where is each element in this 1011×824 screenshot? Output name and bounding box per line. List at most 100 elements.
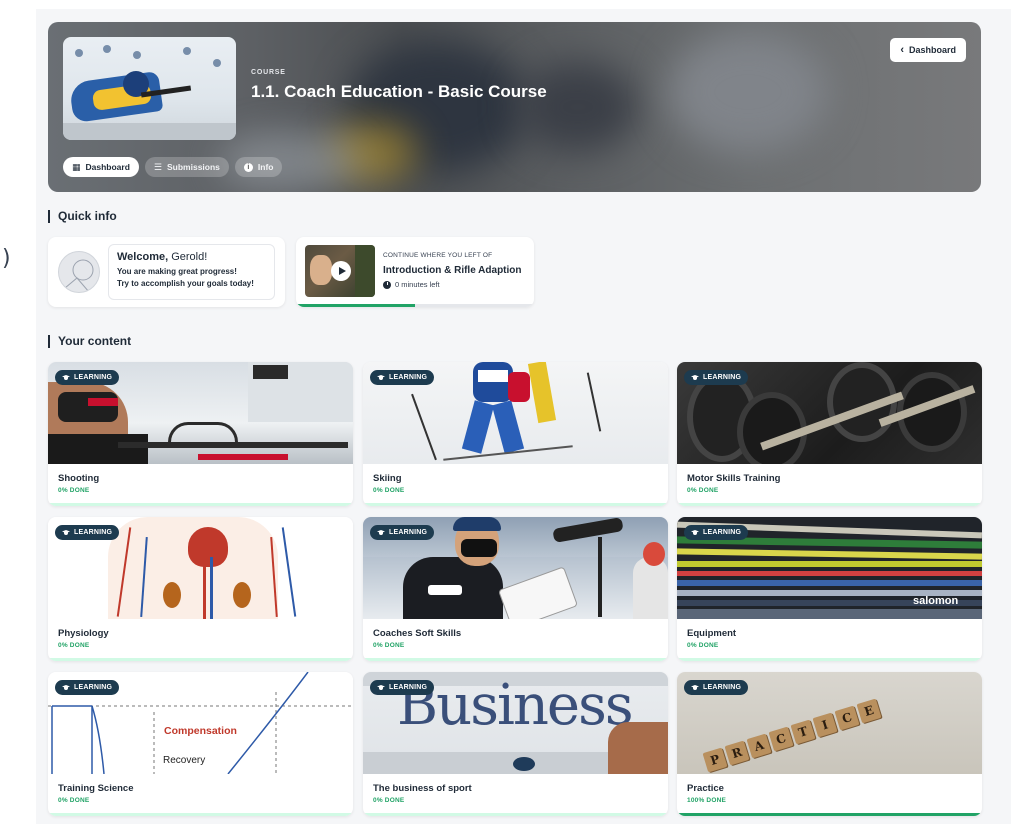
card-progress-text: 0% DONE bbox=[373, 797, 405, 804]
course-header: COURSE 1.1. Coach Education - Basic Cour… bbox=[48, 22, 981, 192]
back-button-label: Dashboard bbox=[908, 45, 956, 55]
info-icon: i bbox=[243, 162, 253, 172]
tab-label: Dashboard bbox=[85, 162, 130, 172]
letter-tile: T bbox=[790, 719, 816, 745]
content-card-business-of-sport[interactable]: Business LEARNING The business of sport … bbox=[363, 672, 668, 816]
tab-dashboard[interactable]: ▦ Dashboard bbox=[63, 157, 139, 177]
card-progress-bar bbox=[363, 658, 668, 661]
card-progress-text: 0% DONE bbox=[58, 642, 90, 649]
content-card-shooting[interactable]: LEARNING Shooting 0% DONE bbox=[48, 362, 353, 506]
graduation-cap-icon bbox=[691, 375, 699, 380]
continue-title: Introduction & Rifle Adaption bbox=[383, 265, 522, 276]
letter-tile: E bbox=[856, 698, 882, 724]
card-progress-bar bbox=[363, 503, 668, 506]
card-title: The business of sport bbox=[373, 783, 472, 794]
clock-icon bbox=[383, 280, 391, 289]
tab-label: Info bbox=[257, 162, 274, 172]
course-title: 1.1. Coach Education - Basic Course bbox=[251, 82, 547, 101]
learning-badge: LEARNING bbox=[684, 525, 749, 540]
content-card-motor-skills-training[interactable]: LEARNING Motor Skills Training 0% DONE bbox=[677, 362, 982, 506]
graduation-cap-icon bbox=[62, 530, 70, 535]
learning-badge: LEARNING bbox=[370, 525, 435, 540]
training-science-recovery-text: Recovery bbox=[163, 755, 206, 766]
learning-badge: LEARNING bbox=[55, 680, 120, 695]
list-icon: ☰ bbox=[153, 161, 162, 172]
graduation-cap-icon bbox=[62, 375, 70, 380]
card-progress-fill bbox=[677, 813, 982, 816]
graduation-cap-icon bbox=[377, 530, 385, 535]
letter-tile: P bbox=[702, 747, 728, 773]
learning-badge: LEARNING bbox=[55, 525, 120, 540]
content-card-equipment[interactable]: salomon LEARNING Equipment 0% DONE bbox=[677, 517, 982, 661]
content-card-practice[interactable]: PRACTICE LEARNING Practice 100% DONE bbox=[677, 672, 982, 816]
letter-tile: A bbox=[746, 733, 772, 759]
card-title: Motor Skills Training bbox=[687, 473, 781, 484]
learning-badge: LEARNING bbox=[684, 680, 749, 695]
card-progress-text: 0% DONE bbox=[687, 642, 719, 649]
continue-time: 0 minutes left bbox=[383, 280, 440, 289]
course-thumbnail bbox=[63, 37, 236, 140]
card-progress-bar bbox=[677, 503, 982, 506]
play-icon bbox=[331, 261, 351, 281]
tab-info[interactable]: i Info bbox=[234, 157, 283, 177]
back-to-dashboard-button[interactable]: ‹ Dashboard bbox=[890, 38, 966, 62]
continue-progress-fill bbox=[296, 304, 415, 307]
learning-badge: LEARNING bbox=[370, 370, 435, 385]
tab-label: Submissions bbox=[167, 162, 220, 172]
content-card-skiing[interactable]: LEARNING Skiing 0% DONE bbox=[363, 362, 668, 506]
continue-progress-bar bbox=[296, 304, 534, 307]
graduation-cap-icon bbox=[377, 685, 385, 690]
card-progress-text: 0% DONE bbox=[58, 487, 90, 494]
welcome-card: Welcome, Gerold! You are making great pr… bbox=[48, 237, 285, 307]
graduation-cap-icon bbox=[377, 375, 385, 380]
avatar bbox=[58, 251, 100, 293]
card-progress-bar bbox=[48, 658, 353, 661]
graduation-cap-icon bbox=[691, 530, 699, 535]
card-progress-text: 0% DONE bbox=[373, 487, 405, 494]
graduation-cap-icon bbox=[691, 685, 699, 690]
card-progress-bar bbox=[48, 503, 353, 506]
card-progress-text: 0% DONE bbox=[58, 797, 90, 804]
card-progress-bar bbox=[677, 658, 982, 661]
continue-learning-card[interactable]: CONTINUE WHERE YOU LEFT OF Introduction … bbox=[296, 237, 534, 307]
card-title: Shooting bbox=[58, 473, 100, 484]
card-title: Physiology bbox=[58, 628, 109, 639]
equipment-brand-text: salomon bbox=[913, 595, 959, 607]
card-progress-bar bbox=[48, 813, 353, 816]
letter-tile: C bbox=[834, 705, 860, 731]
course-type-label: COURSE bbox=[251, 69, 286, 76]
welcome-line-2: Try to accomplish your goals today! bbox=[117, 279, 254, 288]
chevron-left-icon: ‹ bbox=[900, 43, 904, 56]
card-progress-bar bbox=[363, 813, 668, 816]
card-progress-bar bbox=[677, 813, 982, 816]
learning-badge: LEARNING bbox=[684, 370, 749, 385]
welcome-greeting: Welcome, Gerold! bbox=[117, 251, 208, 263]
card-title: Skiing bbox=[373, 473, 402, 484]
welcome-line-1: You are making great progress! bbox=[117, 267, 237, 276]
card-title: Practice bbox=[687, 783, 724, 794]
letter-tile: C bbox=[768, 726, 794, 752]
training-science-compensation-text: Compensation bbox=[164, 725, 237, 737]
continue-thumbnail bbox=[305, 245, 375, 297]
continue-label: CONTINUE WHERE YOU LEFT OF bbox=[383, 252, 493, 259]
content-card-training-science[interactable]: Compensation Recovery LEARNING Training … bbox=[48, 672, 353, 816]
card-title: Training Science bbox=[58, 783, 134, 794]
card-progress-text: 100% DONE bbox=[687, 797, 727, 804]
card-title: Equipment bbox=[687, 628, 737, 639]
card-progress-text: 0% DONE bbox=[687, 487, 719, 494]
graduation-cap-icon bbox=[62, 685, 70, 690]
card-progress-text: 0% DONE bbox=[373, 642, 405, 649]
quick-info-heading: Quick info bbox=[48, 210, 117, 223]
learning-badge: LEARNING bbox=[370, 680, 435, 695]
your-content-heading: Your content bbox=[48, 335, 131, 348]
content-card-physiology[interactable]: LEARNING Physiology 0% DONE bbox=[48, 517, 353, 661]
course-tabs: ▦ Dashboard ☰ Submissions i Info bbox=[63, 157, 283, 177]
letter-tile: I bbox=[812, 712, 838, 738]
tab-submissions[interactable]: ☰ Submissions bbox=[144, 157, 229, 177]
content-card-coaches-soft-skills[interactable]: LEARNING Coaches Soft Skills 0% DONE bbox=[363, 517, 668, 661]
dashboard-icon: ▦ bbox=[72, 161, 81, 172]
welcome-message: Welcome, Gerold! You are making great pr… bbox=[108, 244, 275, 300]
stray-character: ) bbox=[2, 246, 11, 271]
card-title: Coaches Soft Skills bbox=[373, 628, 462, 639]
learning-badge: LEARNING bbox=[55, 370, 120, 385]
